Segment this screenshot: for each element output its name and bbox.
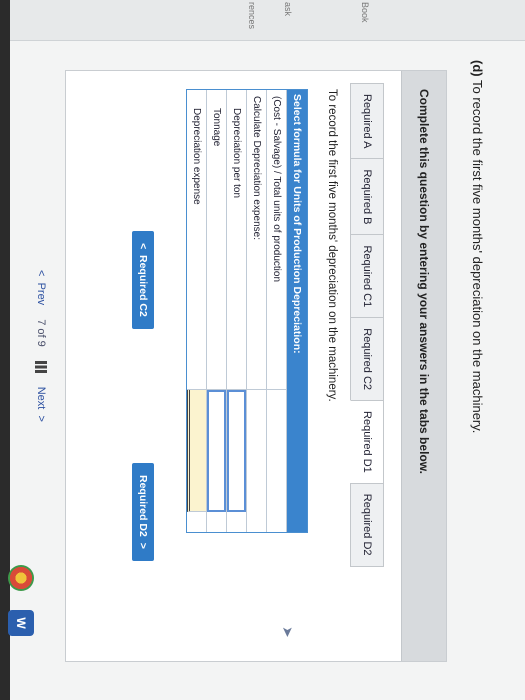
instruction-bar: Complete this question by entering your … [401, 71, 446, 661]
row-pad [227, 512, 246, 532]
tab-required-a[interactable]: Required A [350, 83, 384, 159]
chevron-left-icon: < [137, 243, 149, 250]
prev-page-label: Prev [35, 282, 47, 306]
prev-tab-label: Required C2 [137, 254, 149, 317]
formula-table-header: Select formula for Units of Production D… [287, 90, 307, 532]
word-icon[interactable]: W [8, 610, 34, 636]
chevron-left-icon: < [35, 270, 47, 277]
row-pad [207, 512, 226, 532]
calc-label-row: Calculate Depreciation expense: [247, 90, 267, 532]
sidebar-label-ask[interactable]: ask [283, 2, 293, 16]
depreciation-expense-input[interactable] [187, 390, 206, 512]
depreciation-expense-label: Depreciation expense [187, 90, 206, 390]
next-page-link[interactable]: Next > [35, 387, 47, 422]
row-pad [247, 512, 266, 532]
question-body: To record the first five months' depreci… [470, 80, 485, 434]
footer-navigation: < Prev 7 of 9 Next > [35, 270, 47, 422]
sidebar-label-book[interactable]: Book [360, 2, 370, 23]
tab-subtitle: To record the first five months' depreci… [326, 89, 338, 402]
tonnage-label: Tonnage [207, 90, 226, 390]
rotated-page: Book ask rences (d) To record the first … [10, 0, 525, 700]
tonnage-input[interactable] [207, 390, 226, 512]
next-tab-button[interactable]: Required D2 > [132, 463, 154, 561]
page-indicator: 7 of 9 [35, 319, 47, 347]
row-pad [187, 512, 206, 532]
tab-bar: Required A Required B Required C1 Requir… [350, 83, 384, 567]
next-page-label: Next [35, 386, 47, 410]
cursor-arrow-icon: ➤ [280, 626, 296, 638]
sidebar-label-references[interactable]: rences [247, 2, 257, 29]
tab-required-c2[interactable]: Required C2 [350, 317, 384, 401]
formula-spacer [267, 390, 286, 512]
table-row: Depreciation per ton [227, 90, 247, 532]
left-sidebar-strip: Book ask rences [10, 0, 525, 41]
laptop-screen: Book ask rences (d) To record the first … [10, 0, 525, 700]
depreciation-per-ton-label: Depreciation per ton [227, 90, 246, 390]
formula-row: (Cost - Salvage) / Total units of produc… [267, 90, 287, 532]
calc-spacer [247, 390, 266, 512]
formula-select[interactable]: (Cost - Salvage) / Total units of produc… [267, 90, 286, 390]
prev-tab-button[interactable]: < Required C2 [132, 231, 154, 329]
table-row: Tonnage [207, 90, 227, 532]
tab-required-d2[interactable]: Required D2 [350, 482, 384, 567]
prev-page-link[interactable]: < Prev [35, 270, 47, 305]
tab-required-d1[interactable]: Required D1 [350, 400, 384, 483]
grid-icon[interactable] [35, 360, 47, 373]
row-pad [267, 512, 286, 532]
chevron-right-icon: > [35, 415, 47, 422]
tab-required-c1[interactable]: Required C1 [350, 234, 384, 318]
next-tab-label: Required D2 [137, 475, 149, 537]
tab-required-b[interactable]: Required B [350, 158, 384, 235]
question-text: (d) To record the first five months' dep… [470, 60, 485, 433]
chrome-icon[interactable] [8, 565, 34, 591]
calc-label: Calculate Depreciation expense: [247, 90, 266, 390]
formula-table: Select formula for Units of Production D… [186, 89, 308, 533]
depreciation-per-ton-input[interactable] [227, 390, 246, 512]
question-prefix: (d) [470, 60, 485, 77]
question-panel: Complete this question by entering your … [65, 70, 447, 662]
table-row: Depreciation expense [187, 90, 207, 532]
chevron-right-icon: > [137, 542, 149, 549]
